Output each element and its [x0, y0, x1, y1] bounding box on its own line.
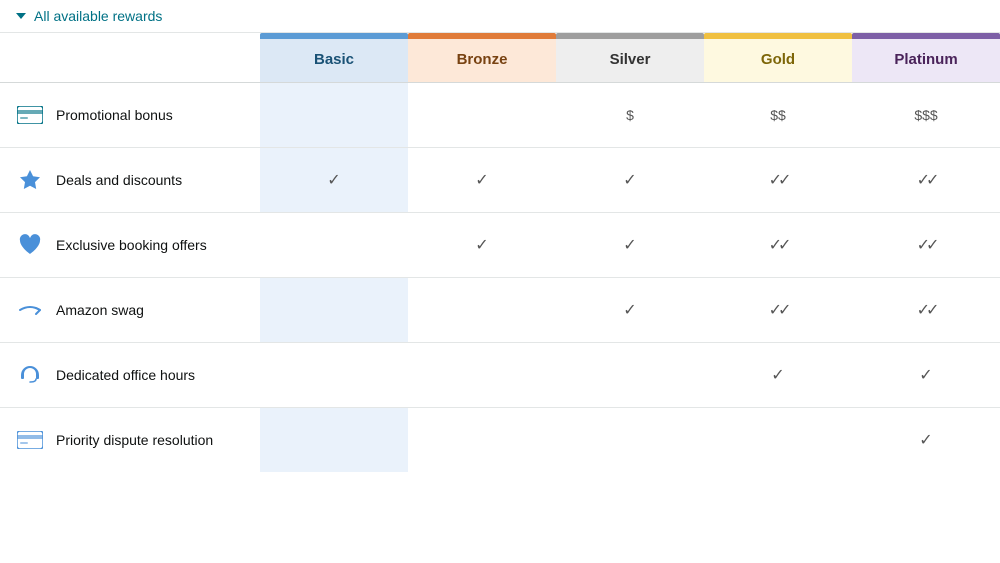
label-cell-exclusive-booking: Exclusive booking offers	[0, 213, 260, 278]
platinum-label: Platinum	[852, 39, 1000, 82]
basic-label: Basic	[260, 39, 408, 82]
row-label-text: Priority dispute resolution	[56, 432, 213, 448]
dollar-value: $	[626, 107, 634, 123]
page-container: All available rewards Basic	[0, 0, 1000, 563]
check-double: ✓✓	[769, 237, 788, 254]
gold-label: Gold	[704, 39, 852, 82]
cell-priority-dispute-gold	[704, 408, 852, 473]
row-label-wrapper: Dedicated office hours	[16, 361, 250, 389]
label-cell-office-hours: Dedicated office hours	[0, 343, 260, 408]
check-single: ✓	[919, 432, 932, 449]
cell-promotional-bonus-silver: $	[556, 83, 704, 148]
cell-priority-dispute-basic	[260, 408, 408, 473]
check-single: ✓	[623, 172, 636, 189]
check-single: ✓	[475, 172, 488, 189]
tier-header-gold: Gold	[704, 33, 852, 83]
tier-header-bronze: Bronze	[408, 33, 556, 83]
cell-amazon-swag-silver: ✓	[556, 278, 704, 343]
cell-deals-discounts-silver: ✓	[556, 148, 704, 213]
check-double: ✓✓	[769, 302, 788, 319]
check-single: ✓	[475, 237, 488, 254]
cell-exclusive-booking-bronze: ✓	[408, 213, 556, 278]
label-cell-promotional-bonus: Promotional bonus	[0, 83, 260, 148]
cell-deals-discounts-bronze: ✓	[408, 148, 556, 213]
table-row: Exclusive booking offers ✓✓✓✓✓✓	[0, 213, 1000, 278]
dollar-value: $$	[770, 107, 786, 123]
dollar-value: $$$	[914, 107, 937, 123]
cell-exclusive-booking-basic	[260, 213, 408, 278]
cell-promotional-bonus-bronze	[408, 83, 556, 148]
tier-header-silver: Silver	[556, 33, 704, 83]
row-label-text: Deals and discounts	[56, 172, 182, 188]
cell-amazon-swag-platinum: ✓✓	[852, 278, 1000, 343]
cell-amazon-swag-bronze	[408, 278, 556, 343]
row-label-wrapper: Promotional bonus	[16, 101, 250, 129]
heart-icon	[16, 231, 44, 259]
cell-priority-dispute-silver	[556, 408, 704, 473]
tier-header-platinum: Platinum	[852, 33, 1000, 83]
table-row: Deals and discounts ✓✓✓✓✓✓✓	[0, 148, 1000, 213]
check-double: ✓✓	[769, 172, 788, 189]
card-icon	[16, 101, 44, 129]
cell-office-hours-platinum: ✓	[852, 343, 1000, 408]
row-label-text: Dedicated office hours	[56, 367, 195, 383]
cell-office-hours-basic	[260, 343, 408, 408]
headset-icon	[16, 361, 44, 389]
row-label-wrapper: Priority dispute resolution	[16, 426, 250, 454]
cell-office-hours-bronze	[408, 343, 556, 408]
check-single: ✓	[919, 367, 932, 384]
row-label-wrapper: Deals and discounts	[16, 166, 250, 194]
cell-exclusive-booking-gold: ✓✓	[704, 213, 852, 278]
table-row: Amazon swag ✓✓✓✓✓	[0, 278, 1000, 343]
cell-office-hours-silver	[556, 343, 704, 408]
card2-icon	[16, 426, 44, 454]
check-single: ✓	[771, 367, 784, 384]
rewards-table-container: Basic Bronze Silver Gold	[0, 33, 1000, 472]
cell-promotional-bonus-basic	[260, 83, 408, 148]
row-label-wrapper: Amazon swag	[16, 296, 250, 324]
cell-deals-discounts-platinum: ✓✓	[852, 148, 1000, 213]
table-row: Promotional bonus $$$$$$	[0, 83, 1000, 148]
all-rewards-link[interactable]: All available rewards	[16, 8, 162, 24]
table-row: Dedicated office hours ✓ ✓	[0, 343, 1000, 408]
cell-priority-dispute-platinum: ✓	[852, 408, 1000, 473]
cell-promotional-bonus-gold: $$	[704, 83, 852, 148]
check-single: ✓	[623, 237, 636, 254]
check-single: ✓	[623, 302, 636, 319]
row-label-text: Amazon swag	[56, 302, 144, 318]
table-row: Priority dispute resolution ✓	[0, 408, 1000, 473]
tier-header-basic: Basic	[260, 33, 408, 83]
chevron-down-icon	[16, 13, 26, 19]
nav-link-text: All available rewards	[34, 8, 162, 24]
check-double: ✓✓	[917, 172, 936, 189]
check-double: ✓✓	[917, 237, 936, 254]
label-cell-amazon-swag: Amazon swag	[0, 278, 260, 343]
silver-label: Silver	[556, 39, 704, 82]
cell-deals-discounts-gold: ✓✓	[704, 148, 852, 213]
label-cell-priority-dispute: Priority dispute resolution	[0, 408, 260, 473]
label-header	[0, 33, 260, 83]
check-single: ✓	[327, 172, 340, 189]
cell-amazon-swag-gold: ✓✓	[704, 278, 852, 343]
row-label-text: Exclusive booking offers	[56, 237, 207, 253]
cell-exclusive-booking-silver: ✓	[556, 213, 704, 278]
check-double: ✓✓	[917, 302, 936, 319]
cell-promotional-bonus-platinum: $$$	[852, 83, 1000, 148]
bronze-label: Bronze	[408, 39, 556, 82]
cell-deals-discounts-basic: ✓	[260, 148, 408, 213]
cell-amazon-swag-basic	[260, 278, 408, 343]
rewards-table: Basic Bronze Silver Gold	[0, 33, 1000, 472]
nav-row: All available rewards	[0, 0, 1000, 33]
label-cell-deals-discounts: Deals and discounts	[0, 148, 260, 213]
star-icon	[16, 166, 44, 194]
row-label-wrapper: Exclusive booking offers	[16, 231, 250, 259]
cell-priority-dispute-bronze	[408, 408, 556, 473]
row-label-text: Promotional bonus	[56, 107, 173, 123]
cell-exclusive-booking-platinum: ✓✓	[852, 213, 1000, 278]
cell-office-hours-gold: ✓	[704, 343, 852, 408]
amazon-icon	[16, 296, 44, 324]
